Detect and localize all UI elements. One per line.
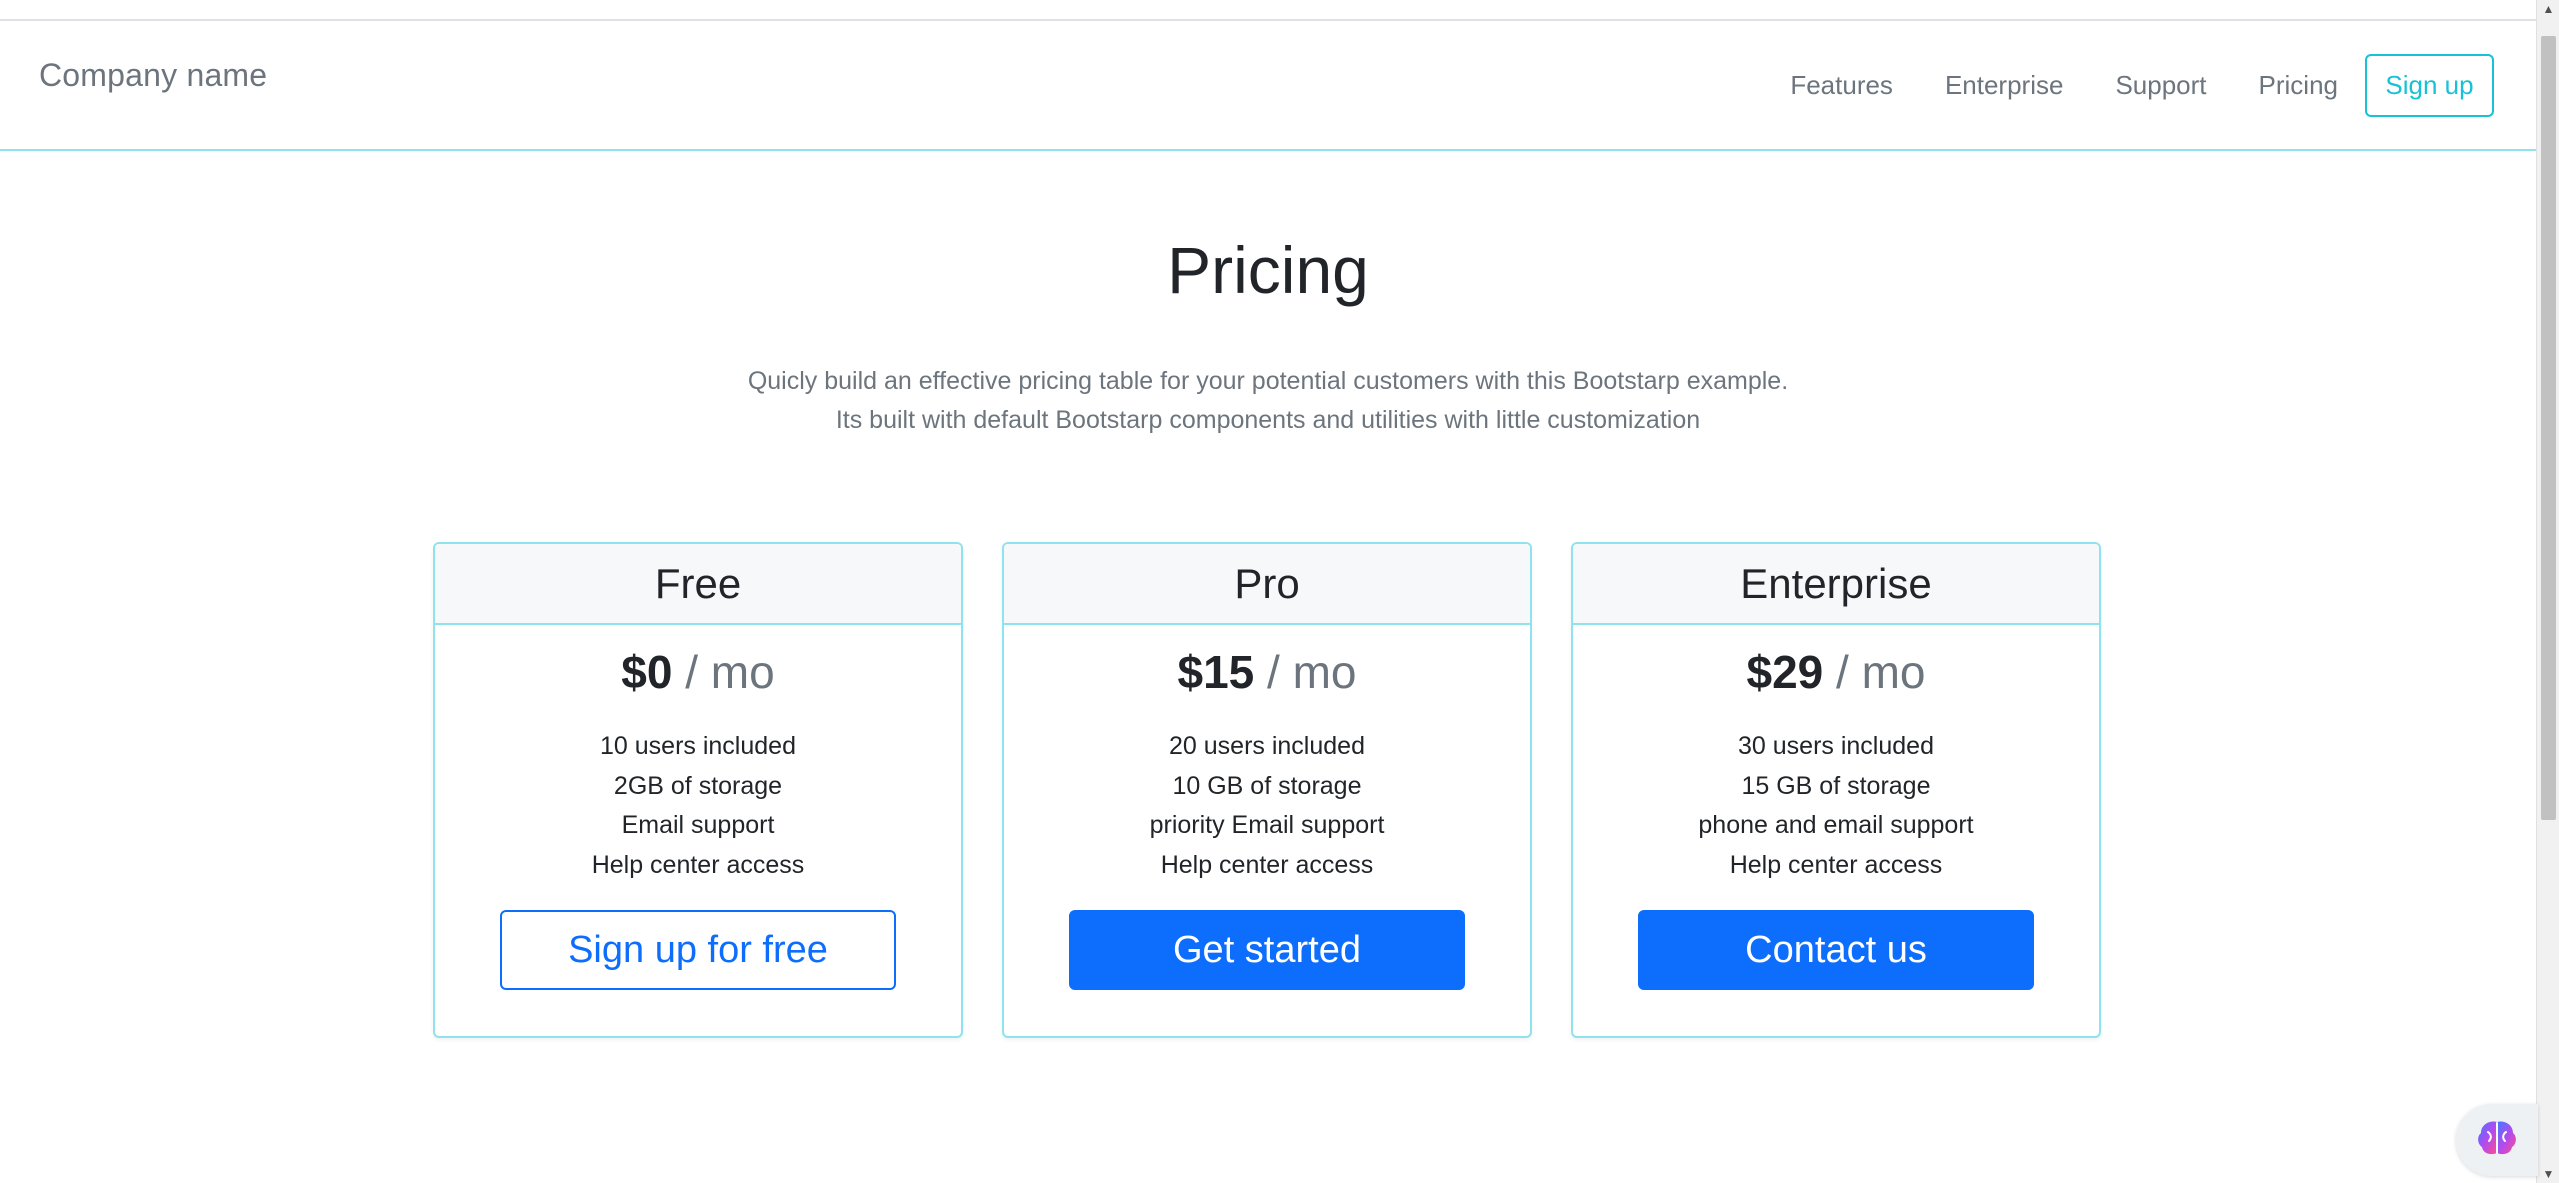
vertical-scrollbar[interactable]: ▲ ▼ <box>2536 0 2559 1183</box>
plan-price: $15 / mo <box>1004 645 1530 699</box>
brain-icon <box>2475 1118 2519 1163</box>
get-started-button[interactable]: Get started <box>1069 910 1465 990</box>
plan-price: $0 / mo <box>435 645 961 699</box>
nav-link-enterprise[interactable]: Enterprise <box>1945 70 2064 101</box>
pricing-card-pro: Pro $15 / mo 20 users included 10 GB of … <box>1002 542 1532 1038</box>
assistant-button[interactable] <box>2456 1104 2538 1176</box>
price-period: / mo <box>1823 646 1926 698</box>
scroll-up-icon[interactable]: ▲ <box>2537 0 2559 18</box>
pricing-card-free: Free $0 / mo 10 users included 2GB of st… <box>433 542 963 1038</box>
page-lead: Quicly build an effective pricing table … <box>747 367 1789 434</box>
plan-price: $29 / mo <box>1573 645 2099 699</box>
feature-list: 30 users included 15 GB of storage phone… <box>1573 727 2099 885</box>
feature-item: 15 GB of storage <box>1741 771 1931 800</box>
scroll-down-icon[interactable]: ▼ <box>2537 1165 2559 1183</box>
price-amount: $29 <box>1746 646 1824 698</box>
price-amount: $15 <box>1177 646 1255 698</box>
scroll-thumb[interactable] <box>2541 36 2556 820</box>
main-nav: Features Enterprise Support Pricing Sign… <box>1738 54 2536 117</box>
feature-item: 2GB of storage <box>613 771 783 800</box>
contact-us-button[interactable]: Contact us <box>1638 910 2034 990</box>
pricing-card-enterprise: Enterprise $29 / mo 30 users included 15… <box>1571 542 2101 1038</box>
feature-item: Help center access <box>591 850 805 879</box>
feature-item: 10 users included <box>600 732 796 760</box>
signup-free-button[interactable]: Sign up for free <box>500 910 896 990</box>
brand-name[interactable]: Company name <box>39 57 267 94</box>
browser-toolbar-strip <box>0 0 2536 21</box>
price-period: / mo <box>1254 646 1357 698</box>
navbar: Company name Features Enterprise Support… <box>0 21 2536 151</box>
plan-name: Enterprise <box>1573 544 2099 625</box>
price-period: / mo <box>672 646 775 698</box>
page-title: Pricing <box>1167 233 1369 307</box>
feature-item: priority Email support <box>1149 811 1385 839</box>
price-amount: $0 <box>621 646 673 698</box>
feature-item: 30 users included <box>1738 732 1934 760</box>
feature-item: Help center access <box>1729 850 1943 879</box>
plan-name: Pro <box>1004 544 1530 625</box>
feature-item: phone and email support <box>1698 811 1974 839</box>
feature-item: 20 users included <box>1169 732 1365 760</box>
feature-item: Email support <box>621 811 775 839</box>
nav-link-support[interactable]: Support <box>2115 70 2206 101</box>
signup-button[interactable]: Sign up <box>2365 54 2494 117</box>
feature-list: 10 users included 2GB of storage Email s… <box>435 727 961 885</box>
feature-list: 20 users included 10 GB of storage prior… <box>1004 727 1530 885</box>
plan-name: Free <box>435 544 961 625</box>
feature-item: Help center access <box>1160 850 1374 879</box>
nav-link-features[interactable]: Features <box>1790 70 1893 101</box>
nav-link-pricing[interactable]: Pricing <box>2259 70 2338 101</box>
feature-item: 10 GB of storage <box>1172 771 1362 800</box>
